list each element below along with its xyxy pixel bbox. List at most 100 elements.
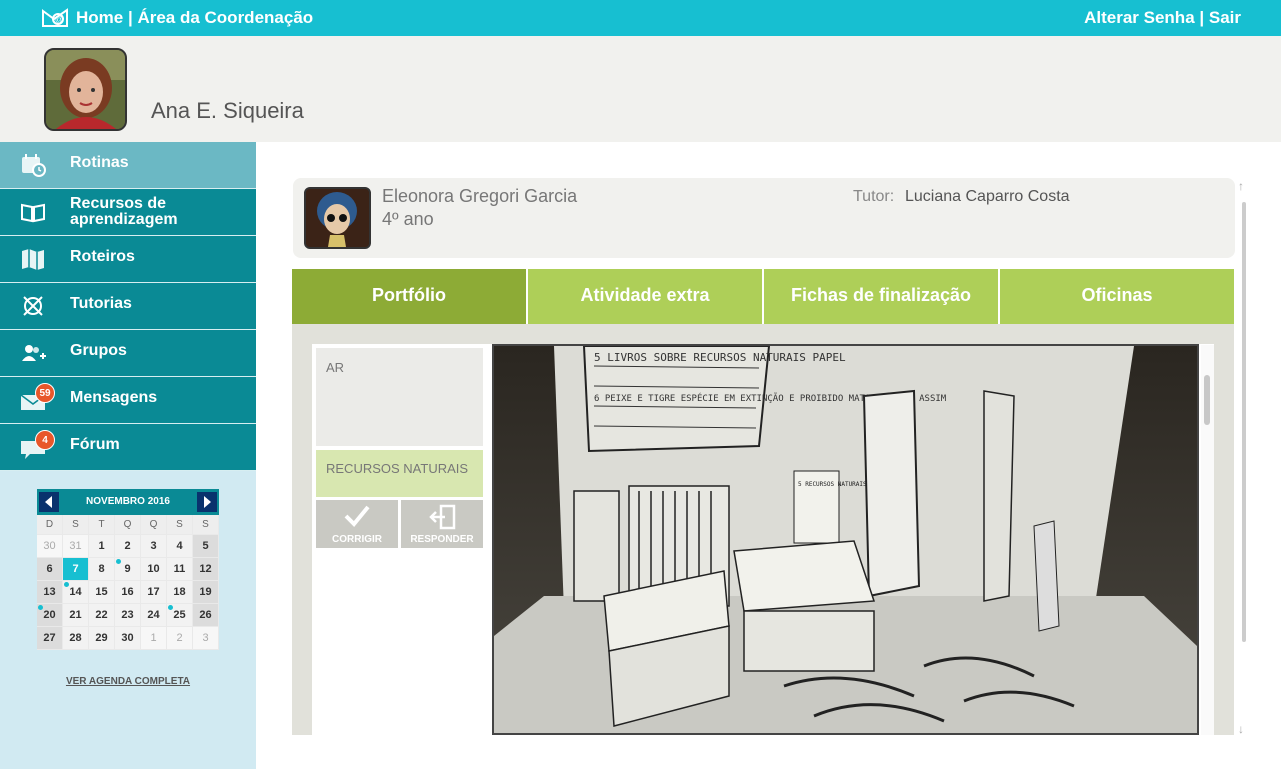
sidebar-item-rotinas[interactable]: Rotinas <box>0 142 256 189</box>
calendar-weekday: T <box>89 515 115 535</box>
calendar-day[interactable]: 14 <box>63 581 89 604</box>
calendar-day-number: 8 <box>98 563 105 575</box>
calendar-day[interactable]: 30 <box>115 627 141 650</box>
tutor-label: Tutor: <box>853 188 895 205</box>
calendar-day[interactable]: 4 <box>167 535 193 558</box>
calendar-day[interactable]: 7 <box>63 558 89 581</box>
user-name: Ana E. Siqueira <box>151 98 304 123</box>
scroll-down-icon[interactable]: ↓ <box>1238 723 1250 735</box>
calendar-day[interactable]: 31 <box>63 535 89 558</box>
calendar-day-number: 31 <box>69 540 82 552</box>
sidebar-item-recursos[interactable]: Recursos de aprendizagem <box>0 189 256 236</box>
calendar-weekday: S <box>63 515 89 535</box>
calendar-day-number: 10 <box>147 563 160 575</box>
calendar-day[interactable]: 25 <box>167 604 193 627</box>
calendar-day[interactable]: 2 <box>115 535 141 558</box>
calendar-day-number: 4 <box>176 540 183 552</box>
calendar-day-number: 11 <box>173 563 186 575</box>
calendar-day-number: 1 <box>150 632 157 644</box>
sidebar-item-grupos[interactable]: Grupos <box>0 330 256 377</box>
calendar-day-number: 6 <box>46 563 53 575</box>
tab-portfolio[interactable]: Portfólio <box>292 269 526 324</box>
calendar-day[interactable]: 23 <box>115 604 141 627</box>
calendar-day[interactable]: 28 <box>63 627 89 650</box>
calendar-day[interactable]: 1 <box>89 535 115 558</box>
calendar-day[interactable]: 13 <box>37 581 63 604</box>
calendar-day[interactable]: 30 <box>37 535 63 558</box>
calendar-day-number: 14 <box>69 586 82 598</box>
calendar-clock-icon <box>22 154 46 177</box>
resource-label: RECURSOS NATURAIS <box>326 461 469 476</box>
calendar-next-button[interactable] <box>197 492 217 512</box>
calendar-day[interactable]: 19 <box>193 581 219 604</box>
calendar-day-number: 24 <box>147 609 160 621</box>
sidebar-item-forum[interactable]: 4 Fórum <box>0 424 256 471</box>
svg-text:@: @ <box>55 15 63 24</box>
calendar-day[interactable]: 2 <box>167 627 193 650</box>
full-agenda-link[interactable]: VER AGENDA COMPLETA <box>37 676 219 687</box>
reply-arrow-icon <box>429 504 456 530</box>
calendar-day[interactable]: 9 <box>115 558 141 581</box>
calendar-day[interactable]: 20 <box>37 604 63 627</box>
scroll-up-icon[interactable]: ↑ <box>1238 180 1250 192</box>
tab-fichas-finalizacao[interactable]: Fichas de finalização <box>764 269 998 324</box>
calendar-day-number: 16 <box>121 586 134 598</box>
page-scrollbar[interactable]: ↑ ↓ <box>1238 180 1250 735</box>
page-scrollbar-track[interactable] <box>1242 202 1246 642</box>
calendar-day-number: 15 <box>95 586 108 598</box>
envelope-logo-icon[interactable]: @ <box>40 6 70 30</box>
logout-link[interactable]: Sair <box>1209 8 1241 27</box>
breadcrumb: Home | Área da Coordenação <box>76 8 313 28</box>
change-password-link[interactable]: Alterar Senha <box>1084 8 1195 27</box>
calendar-day[interactable]: 22 <box>89 604 115 627</box>
calendar-day[interactable]: 24 <box>141 604 167 627</box>
correct-button[interactable]: CORRIGIR <box>316 500 398 548</box>
calendar-weekday: Q <box>115 515 141 535</box>
calendar-day[interactable]: 21 <box>63 604 89 627</box>
calendar-day[interactable]: 26 <box>193 604 219 627</box>
coordination-area-link[interactable]: Área da Coordenação <box>137 8 313 27</box>
calendar-day[interactable]: 27 <box>37 627 63 650</box>
photo-scrollbar[interactable] <box>1201 345 1214 735</box>
calendar-day[interactable]: 16 <box>115 581 141 604</box>
sidebar-item-tutorias[interactable]: Tutorias <box>0 283 256 330</box>
calendar-day[interactable]: 1 <box>141 627 167 650</box>
calendar-grid: D S T Q Q S S 30 31 1 2 3 4 5 6 7 8 9 10 11 12 13 14 15 16 17 18 19… <box>37 515 219 650</box>
calendar-day-number: 25 <box>173 609 186 621</box>
calendar-day-number: 22 <box>95 609 108 621</box>
subject-box[interactable]: AR <box>316 348 483 446</box>
calendar-day[interactable]: 18 <box>167 581 193 604</box>
student-tabs: Portfólio Atividade extra Fichas de fina… <box>292 269 1234 324</box>
portfolio-photo[interactable]: 5 LIVROS SOBRE RECURSOS NATURAIS PAPEL 6… <box>492 344 1199 735</box>
calendar-day[interactable]: 11 <box>167 558 193 581</box>
calendar-day[interactable]: 10 <box>141 558 167 581</box>
calendar-day[interactable]: 17 <box>141 581 167 604</box>
calendar-day-number: 12 <box>199 563 212 575</box>
tab-atividade-extra[interactable]: Atividade extra <box>528 269 762 324</box>
reply-button[interactable]: RESPONDER <box>401 500 483 548</box>
calendar-day[interactable]: 3 <box>193 627 219 650</box>
calendar-day-number: 2 <box>176 632 183 644</box>
calendar-day[interactable]: 15 <box>89 581 115 604</box>
calendar-day[interactable]: 5 <box>193 535 219 558</box>
user-avatar[interactable] <box>44 48 127 131</box>
student-avatar[interactable] <box>304 187 371 249</box>
calendar-day[interactable]: 6 <box>37 558 63 581</box>
tab-oficinas[interactable]: Oficinas <box>1000 269 1234 324</box>
mini-calendar: NOVEMBRO 2016 D S T Q Q S S 30 31 1 2 3 4 5 6 7 8 9 10 11 12… <box>37 489 219 650</box>
calendar-day-number: 30 <box>121 632 134 644</box>
compass-icon <box>23 296 43 316</box>
calendar-day-number: 3 <box>202 632 209 644</box>
sidebar-item-mensagens[interactable]: 59 Mensagens <box>0 377 256 424</box>
home-link[interactable]: Home <box>76 8 123 27</box>
resource-box[interactable]: RECURSOS NATURAIS <box>316 450 483 497</box>
calendar-day[interactable]: 3 <box>141 535 167 558</box>
calendar-day[interactable]: 8 <box>89 558 115 581</box>
photo-scrollbar-thumb[interactable] <box>1204 375 1210 425</box>
group-icon <box>22 345 46 361</box>
calendar-day-number: 29 <box>95 632 108 644</box>
sidebar-item-roteiros[interactable]: Roteiros <box>0 236 256 283</box>
calendar-day-number: 7 <box>72 563 79 575</box>
calendar-day[interactable]: 12 <box>193 558 219 581</box>
calendar-day[interactable]: 29 <box>89 627 115 650</box>
